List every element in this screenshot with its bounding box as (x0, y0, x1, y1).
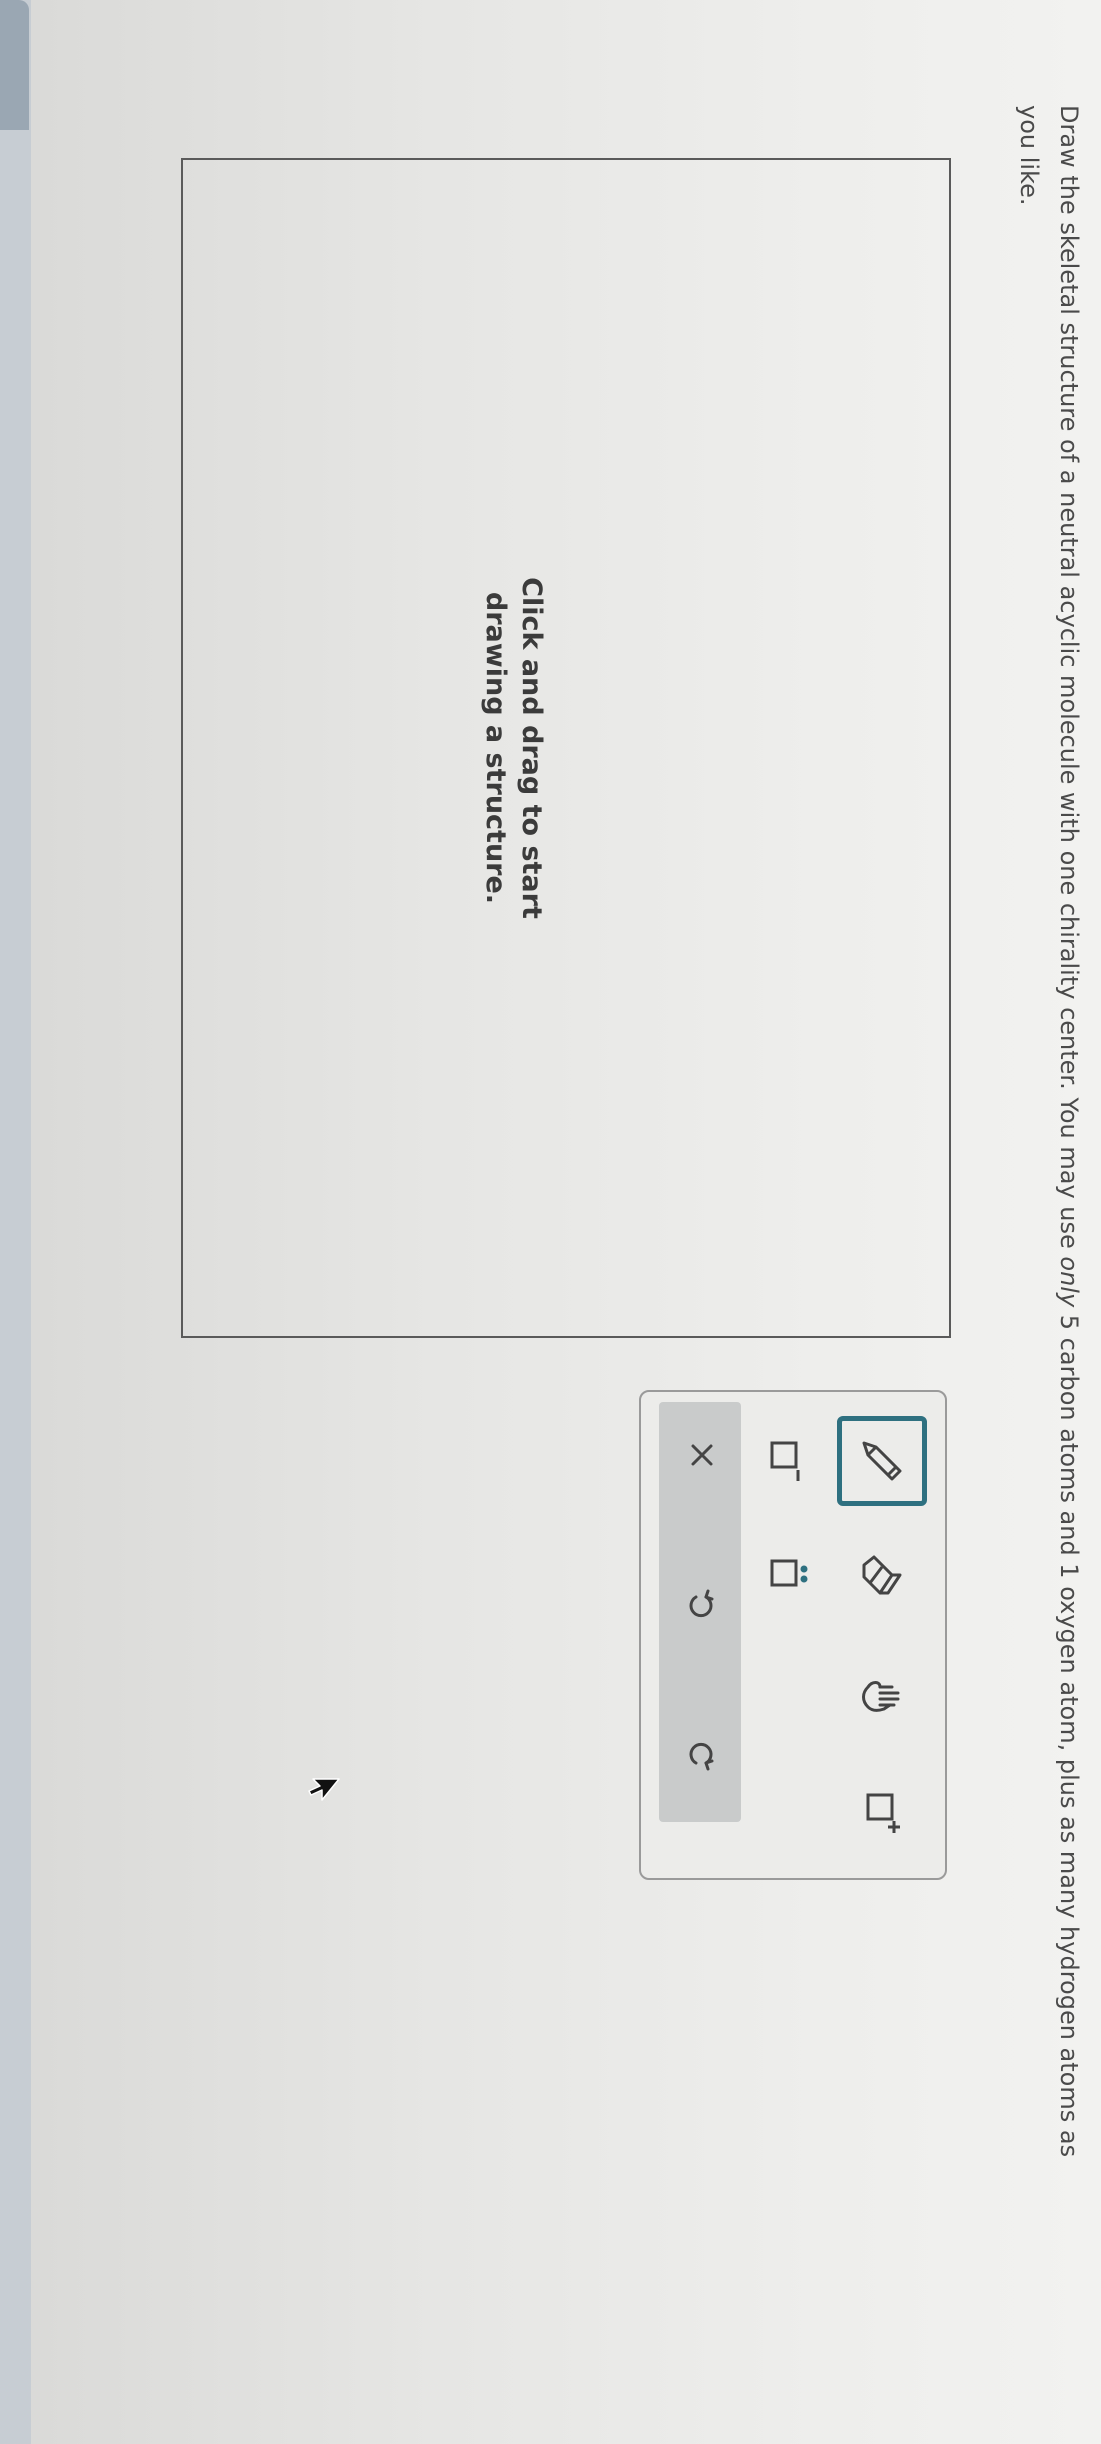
redo-icon (680, 1737, 720, 1773)
clear-button[interactable] (659, 1410, 741, 1500)
lone-pair-tool-button[interactable] (741, 1532, 831, 1622)
rotated-screen: Draw the skeletal structure of a neutral… (0, 0, 1101, 2444)
question-text: Draw the skeletal structure of a neutral… (1009, 105, 1089, 2165)
clear-x-icon (680, 1437, 720, 1473)
move-tool-button[interactable] (837, 1654, 927, 1744)
undo-icon (680, 1587, 720, 1623)
eraser-icon (854, 1549, 910, 1605)
undo-button[interactable] (659, 1560, 741, 1650)
drawing-canvas[interactable]: Click and drag to start drawing a struct… (181, 158, 951, 1338)
canvas-hint-text: Click and drag to start drawing a struct… (480, 577, 547, 919)
mouse-pointer-icon (303, 1775, 341, 1805)
question-part-1: Draw the skeletal structure of a neutral… (1055, 105, 1083, 1257)
redo-button[interactable] (659, 1710, 741, 1800)
pencil-icon (854, 1433, 910, 1489)
positive-charge-icon (854, 1785, 910, 1841)
window-tab (0, 0, 29, 130)
eraser-tool-button[interactable] (837, 1532, 927, 1622)
hand-icon (854, 1671, 910, 1727)
canvas-hint: Click and drag to start drawing a struct… (477, 160, 549, 1336)
page-background: Draw the skeletal structure of a neutral… (0, 0, 1101, 2444)
negative-charge-icon (758, 1433, 814, 1489)
negative-charge-tool-button[interactable] (741, 1416, 831, 1506)
question-emphasis: only (1055, 1256, 1083, 1308)
positive-charge-tool-button[interactable] (837, 1768, 927, 1858)
lone-pair-icon (758, 1549, 814, 1605)
pencil-tool-button[interactable] (837, 1416, 927, 1506)
window-top-strip (0, 0, 31, 2444)
action-bar (659, 1402, 741, 1822)
